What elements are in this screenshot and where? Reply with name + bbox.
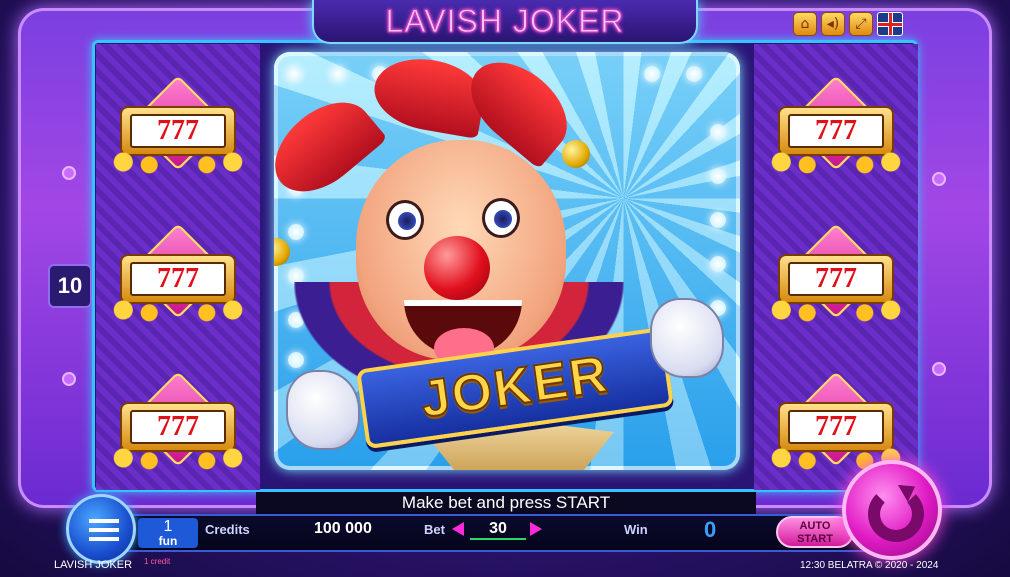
sound-icon[interactable]: ◂) bbox=[821, 12, 845, 36]
seven-symbol: 777 bbox=[106, 371, 250, 484]
coins-icon bbox=[764, 148, 908, 176]
line-marker bbox=[62, 372, 76, 386]
bet-label: Bet bbox=[424, 522, 445, 537]
win-value: 0 bbox=[704, 517, 717, 542]
menu-button[interactable] bbox=[66, 494, 136, 564]
game-screen: LAVISH JOKER ⌂ ◂) ⤢ 777 777 777 777 777 … bbox=[0, 0, 1010, 577]
seven-symbol: 777 bbox=[106, 223, 250, 336]
coins-icon bbox=[764, 296, 908, 324]
joker-panel: JOKER bbox=[274, 52, 740, 470]
line-marker bbox=[62, 166, 76, 180]
top-icon-bar: ⌂ ◂) ⤢ bbox=[793, 12, 903, 36]
symbol-text: 777 bbox=[815, 115, 857, 146]
win-label: Win bbox=[624, 522, 648, 537]
footer-game-name: LAVISH JOKER bbox=[54, 559, 133, 571]
credit-note: 1 credit bbox=[144, 557, 171, 566]
bet-decrease-button[interactable] bbox=[452, 522, 464, 536]
bulb-icon bbox=[710, 168, 726, 184]
auto-start-label-1: AUTO bbox=[799, 520, 831, 532]
seven-symbol: 777 bbox=[106, 75, 250, 188]
symbol-text: 777 bbox=[815, 263, 857, 294]
bulb-icon bbox=[710, 212, 726, 228]
symbol-text: 777 bbox=[157, 263, 199, 294]
credits-label: Credits bbox=[205, 522, 250, 537]
denomination-unit: fun bbox=[158, 534, 178, 548]
footer-clock-copyright: 12:30 BELATRA © 2020 - 2024 bbox=[800, 560, 939, 571]
auto-start-label-2: START bbox=[797, 533, 833, 545]
seven-symbol: 777 bbox=[764, 75, 908, 188]
clown-nose bbox=[424, 236, 490, 300]
bulb-icon bbox=[286, 66, 302, 82]
denomination-value: 1 bbox=[163, 518, 173, 535]
right-glove bbox=[650, 298, 724, 378]
coins-icon bbox=[106, 296, 250, 324]
bet-increase-button[interactable] bbox=[530, 522, 542, 536]
bell-icon bbox=[562, 140, 590, 168]
reel-left: 777 777 777 bbox=[96, 44, 260, 490]
symbol-text: 777 bbox=[815, 411, 857, 442]
symbol-text: 777 bbox=[157, 411, 199, 442]
line-marker bbox=[932, 362, 946, 376]
uk-flag-icon[interactable] bbox=[877, 12, 903, 36]
lines-indicator: 10 bbox=[48, 264, 92, 308]
bet-value: 30 bbox=[470, 520, 526, 540]
eye-icon bbox=[386, 200, 424, 240]
line-marker bbox=[932, 172, 946, 186]
bulb-icon bbox=[710, 256, 726, 272]
credits-value: 100 000 bbox=[314, 520, 372, 537]
denomination-box[interactable]: 1 fun bbox=[138, 518, 198, 548]
bulb-icon bbox=[644, 66, 660, 82]
bulb-icon bbox=[710, 124, 726, 140]
fullscreen-icon[interactable]: ⤢ bbox=[849, 12, 873, 36]
left-glove bbox=[286, 370, 360, 450]
status-message: Make bet and press START bbox=[256, 492, 756, 514]
coins-icon bbox=[106, 148, 250, 176]
coins-icon bbox=[106, 444, 250, 472]
bulb-icon bbox=[330, 66, 346, 82]
joker-face bbox=[356, 140, 566, 368]
symbol-text: 777 bbox=[157, 115, 199, 146]
banner-text: JOKER bbox=[416, 344, 613, 430]
hamburger-icon bbox=[89, 519, 119, 541]
reel-right: 777 777 777 bbox=[754, 44, 918, 490]
home-icon[interactable]: ⌂ bbox=[793, 12, 817, 36]
eye-icon bbox=[482, 198, 520, 238]
bulb-icon bbox=[288, 224, 304, 240]
seven-symbol: 777 bbox=[764, 223, 908, 336]
game-title: LAVISH JOKER bbox=[385, 3, 625, 40]
title-plate: LAVISH JOKER bbox=[312, 0, 698, 44]
spin-button[interactable] bbox=[842, 460, 942, 560]
bulb-icon bbox=[686, 66, 702, 82]
joker-mouth bbox=[404, 300, 522, 368]
